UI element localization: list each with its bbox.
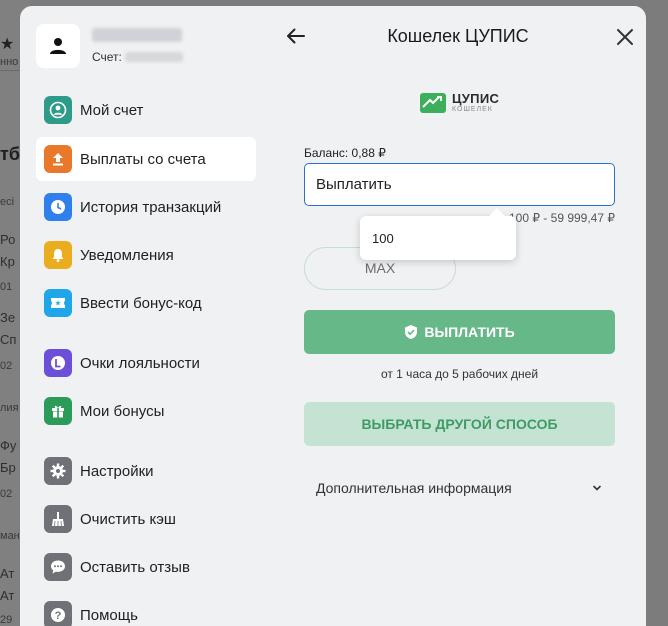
menu-label: Мой счет [80, 101, 144, 119]
bg-text: нно [0, 56, 19, 68]
menu-label: Очки лояльности [80, 354, 200, 372]
bg-text: Ро [0, 232, 16, 247]
amount-suggestion-popup[interactable]: 100 [360, 208, 516, 260]
chat-icon [44, 553, 72, 581]
account-number [124, 52, 183, 62]
menu-item-withdrawals[interactable]: Выплаты со счета [36, 137, 256, 181]
menu-label: Настройки [80, 462, 154, 480]
amount-limits: 100 ₽ - 59 999,47 ₽ [508, 211, 615, 225]
menu-item-leave-feedback[interactable]: Оставить отзыв [36, 545, 256, 589]
menu-label: Ввести бонус-код [80, 294, 202, 312]
menu-label: Уведомления [80, 246, 174, 264]
account-label: Счет: [92, 50, 122, 64]
bg-text: Сп [0, 332, 17, 347]
menu-item-settings[interactable]: Настройки [36, 449, 256, 493]
menu-label: История транзакций [80, 198, 222, 216]
profile-card[interactable]: Счет: [36, 22, 183, 70]
balance-label: Баланс: 0,88 ₽ [304, 146, 386, 160]
menu-label: Выплаты со счета [80, 150, 206, 168]
broom-icon [44, 505, 72, 533]
cupis-logo: ЦУПИС КОШЕЛЕК [420, 92, 499, 113]
account-sidebar: Счет: Мой счет Выплаты со счета История … [20, 6, 270, 626]
menu-item-loyalty-points[interactable]: Очки лояльности [36, 341, 256, 385]
menu-item-my-bonuses[interactable]: Мои бонусы [36, 389, 256, 433]
menu-item-help[interactable]: ? Помощь [36, 593, 256, 626]
withdraw-amount-input[interactable] [304, 163, 615, 206]
menu-item-notifications[interactable]: Уведомления [36, 233, 256, 277]
star-icon: ★ [0, 36, 15, 53]
svg-text:?: ? [55, 610, 62, 622]
upload-icon [44, 145, 72, 173]
ticket-icon [44, 289, 72, 317]
close-icon [617, 29, 633, 45]
logo-name: ЦУПИС [452, 91, 500, 106]
bg-text: есі [0, 196, 15, 208]
bg-text: 29 [0, 614, 13, 626]
bg-text: тб [0, 144, 20, 164]
processing-time-note: от 1 часа до 5 рабочих дней [380, 367, 539, 381]
user-circle-icon [44, 96, 72, 124]
menu-item-transaction-history[interactable]: История транзакций [36, 185, 256, 229]
help-icon: ? [44, 601, 72, 626]
bg-text: лия [0, 402, 19, 414]
bg-text: 01 [0, 281, 13, 293]
shield-check-icon [405, 325, 418, 339]
user-icon [50, 38, 66, 54]
menu-label: Оставить отзыв [80, 558, 190, 576]
additional-info-toggle[interactable]: Дополнительная информация [304, 471, 615, 505]
menu-label: Очистить кэш [80, 510, 176, 528]
wallet-modal: Счет: Мой счет Выплаты со счета История … [20, 6, 646, 626]
wallet-logo-icon [420, 92, 446, 113]
logo-subtitle: КОШЕЛЕК [452, 106, 493, 113]
menu-item-bonus-code[interactable]: Ввести бонус-код [36, 281, 256, 325]
withdraw-label: ВЫПЛАТИТЬ [424, 324, 515, 340]
clock-icon [44, 193, 72, 221]
bg-text: Бр [0, 460, 16, 475]
menu-item-my-account[interactable]: Мой счет [36, 88, 256, 132]
loyalty-coin-icon [44, 349, 72, 377]
close-button[interactable] [614, 26, 636, 48]
gift-icon [44, 397, 72, 425]
bg-text: ман [0, 530, 20, 542]
choose-other-method-button[interactable]: ВЫБРАТЬ ДРУГОЙ СПОСОБ [304, 402, 615, 446]
page-title: Кошелек ЦУПИС [387, 26, 529, 46]
bg-text: Ат [0, 588, 15, 603]
avatar [36, 24, 80, 68]
additional-info-label: Дополнительная информация [316, 480, 512, 496]
menu-label: Помощь [80, 606, 138, 624]
bg-text: Фу [0, 438, 17, 453]
suggestion-value: 100 [372, 231, 394, 246]
chevron-down-icon [593, 485, 601, 491]
menu-item-clear-cache[interactable]: Очистить кэш [36, 497, 256, 541]
menu-label: Мои бонусы [80, 402, 165, 420]
profile-account: Счет: [92, 50, 183, 64]
wallet-panel: Кошелек ЦУПИС ЦУПИС КОШЕЛЕК Баланс: 0,88… [270, 6, 646, 626]
bg-text: 02 [0, 360, 13, 372]
bg-text: Кр [0, 254, 15, 269]
gear-icon [44, 457, 72, 485]
popup-arrow [488, 208, 506, 217]
bg-text: Зе [0, 310, 16, 325]
bg-text: 02 [0, 488, 13, 500]
bell-icon [44, 241, 72, 269]
withdraw-button[interactable]: ВЫПЛАТИТЬ [304, 310, 615, 354]
profile-name [92, 28, 182, 42]
bg-text: Ат [0, 566, 15, 581]
